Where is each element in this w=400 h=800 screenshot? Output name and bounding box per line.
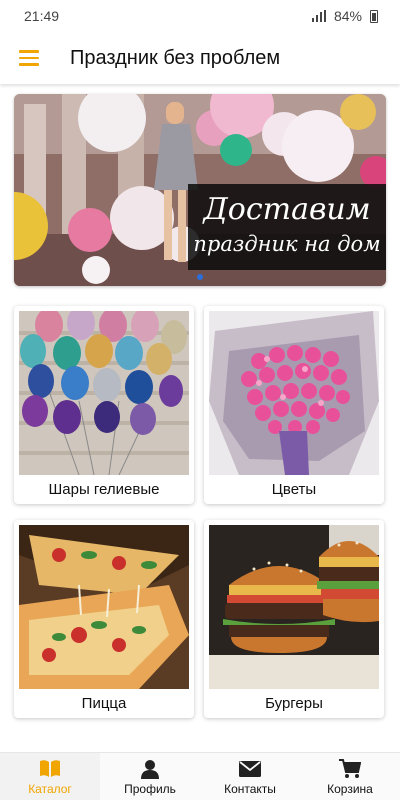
category-card-flowers[interactable]: Цветы [204, 306, 384, 504]
status-indicators: 84% [311, 8, 378, 24]
category-label: Шары гелиевые [48, 480, 160, 498]
banner-caption: Доставим праздник на дом [188, 184, 386, 270]
status-time: 21:49 [24, 8, 60, 24]
promo-banner[interactable]: Доставим праздник на дом [14, 94, 386, 286]
nav-item-contacts[interactable]: Контакты [200, 753, 300, 800]
status-bar: 21:49 84% [0, 0, 400, 32]
nav-item-profile[interactable]: Профиль [100, 753, 200, 800]
nav-label: Каталог [28, 781, 72, 796]
book-icon [39, 758, 61, 780]
bottom-navigation: Каталог Профиль Контакты Корзина [0, 752, 400, 800]
category-card-pizza[interactable]: Пицца [14, 520, 194, 718]
battery-level: 84% [333, 8, 362, 24]
category-card-balloons[interactable]: Шары гелиевые [14, 306, 194, 504]
pizza-photo [19, 525, 189, 689]
hamburger-menu-icon[interactable] [0, 32, 58, 84]
category-card-burgers[interactable]: Бургеры [204, 520, 384, 718]
nav-label: Корзина [327, 781, 373, 796]
burgers-photo [209, 525, 379, 689]
category-label: Бургеры [265, 694, 323, 712]
carousel-dot-active[interactable] [197, 274, 203, 280]
app-bar: Праздник без проблем [0, 32, 400, 84]
battery-icon [370, 9, 378, 23]
balloons-photo [19, 311, 189, 475]
banner-headline: Доставим [203, 192, 371, 227]
banner-subline: праздник на дом [193, 232, 381, 256]
category-label: Цветы [271, 480, 317, 498]
app-screen: 21:49 84% Праздник без проблем Доставим … [0, 0, 400, 800]
nav-item-cart[interactable]: Корзина [300, 753, 400, 800]
nav-label: Профиль [124, 781, 176, 796]
category-label: Пицца [81, 694, 127, 712]
nav-label: Контакты [224, 781, 276, 796]
nav-item-catalog[interactable]: Каталог [0, 753, 100, 800]
carousel-indicator [14, 274, 386, 280]
person-icon [139, 758, 161, 780]
cart-icon [339, 758, 361, 780]
signal-icon [311, 10, 326, 22]
flowers-photo [209, 311, 379, 475]
page-title: Праздник без проблем [70, 46, 281, 69]
envelope-icon [239, 758, 261, 780]
